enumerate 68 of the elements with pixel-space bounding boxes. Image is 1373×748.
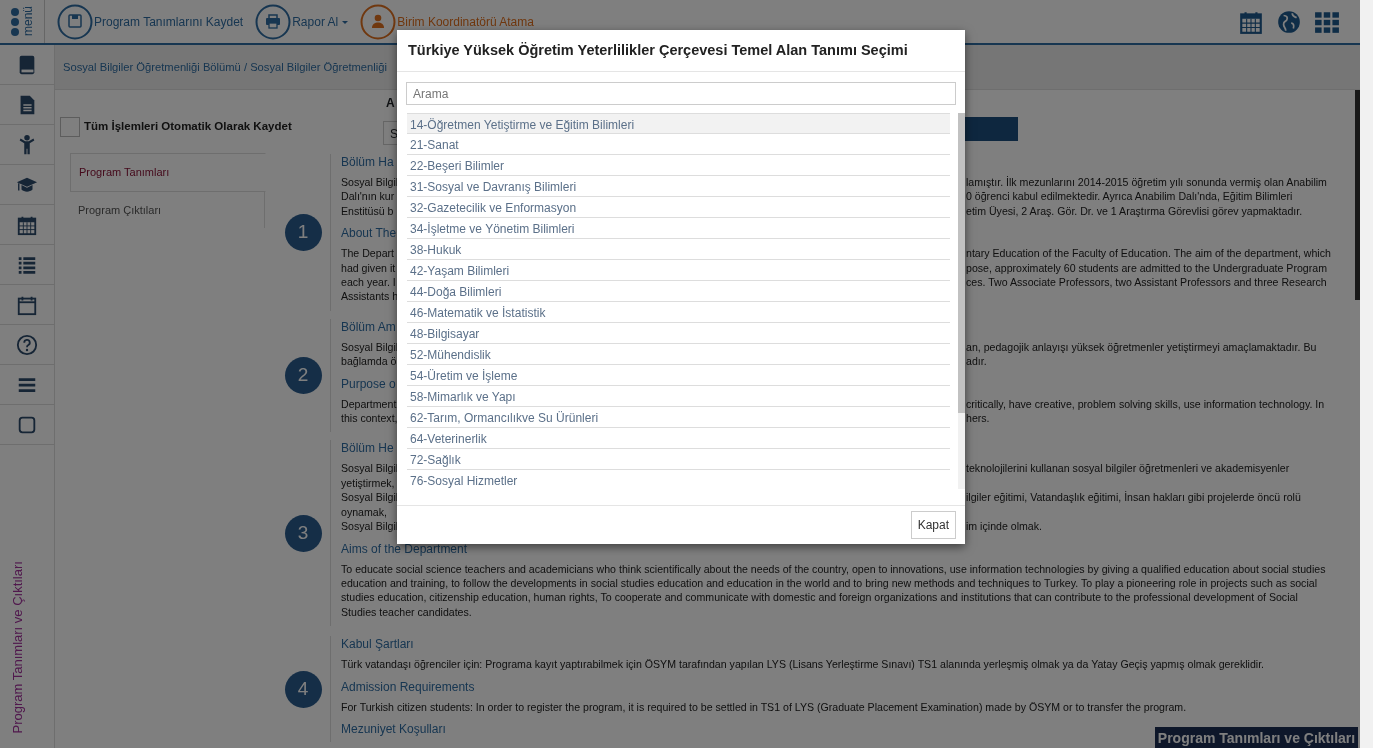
save-button[interactable]: Program Tanımlarını Kaydet: [57, 3, 244, 40]
paragraph: lamıştır. İlk mezunlarını 2014-2015 öğretim yılı sonunda vermiş olan Anabilim: [966, 175, 1328, 190]
report-button[interactable]: Rapor Al: [255, 3, 349, 40]
paragraph: ilgiler eğitimi, Vatandaşlık eğitimi, İnsan hakları gibi projelerde öncü rolü: [966, 490, 1302, 505]
tab[interactable]: Program Çıktıları: [70, 191, 266, 228]
section-heading: Bölüm Am: [341, 318, 397, 335]
step-number: 2: [284, 357, 322, 395]
step-number: 3: [284, 514, 322, 552]
printer-icon: [255, 3, 292, 40]
paragraph: Dalı'nın kur: [341, 189, 396, 204]
search-field[interactable]: Arama: [406, 82, 956, 106]
section-heading: Admission Requirements: [341, 678, 476, 695]
paragraph: Enstitüsü b: [341, 203, 395, 219]
paragraph: bağlamda ö: [341, 354, 397, 369]
scrollbar-thumb[interactable]: [958, 113, 965, 414]
checkbox[interactable]: [60, 117, 80, 137]
paragraph: an, pedagojik anlayışı yüksek öğretmenler yetiştirmeyi amaçlamaktadır. Bu: [966, 339, 1318, 355]
section-heading: Kabul Şartları: [341, 636, 415, 653]
paragraph: Sosyal Bilgil: [341, 339, 397, 355]
person-icon: [360, 3, 397, 40]
step-number: 1: [284, 213, 322, 251]
paragraph: this context,: [341, 411, 397, 426]
paragraph: oynamak,: [341, 504, 388, 520]
checkbox-label: Tüm İşlemleri Otomatik Olarak Kaydet: [84, 119, 292, 135]
globe-icon[interactable]: [1276, 8, 1302, 35]
floppy-icon: [57, 3, 93, 40]
section-heading: Bölüm He: [341, 440, 395, 457]
close-button[interactable]: Kapat: [910, 511, 956, 540]
menu-button[interactable]: menü: [0, 0, 45, 43]
dots-icon: [10, 6, 20, 37]
paragraph: etim Üyesi, 2 Araş. Gör. Dr. ve 1 Araştırma Görevlisi görev yapmaktadır.: [966, 203, 1304, 219]
field-label: A: [385, 95, 395, 110]
section-heading: Aims of the Department: [341, 540, 469, 557]
section-heading: Mezuniyet Koşulları: [341, 720, 447, 737]
paragraph: 0 öğrenci kabul edilmektedir. Ayrıca Anabilim Dalı'nda, Eğitim Bilimleri: [966, 189, 1294, 204]
section-heading: Purpose o: [341, 375, 397, 392]
paragraph: critically, have creative, problem solving skills, use information technology. In: [966, 396, 1326, 412]
help-icon[interactable]: [16, 333, 38, 356]
paragraph: Sosyal Bilgil: [341, 175, 397, 190]
paragraph: im içinde olmak.: [966, 519, 1043, 534]
section-heading: Bölüm Ha: [341, 154, 395, 170]
paragraph: hers.: [966, 411, 991, 426]
section-heading: About The: [341, 225, 397, 242]
paragraph: yetiştirmek,: [341, 475, 396, 491]
step-number: 4: [284, 670, 322, 708]
paragraph: Sosyal Bilgil: [341, 461, 397, 476]
paragraph: The Depart: [341, 246, 395, 261]
vertical-section-label[interactable]: Program Tanımları ve Çıktıları: [7, 560, 27, 733]
paragraph: each year. I: [341, 275, 397, 290]
paragraph: Sosyal Bilgil: [341, 519, 397, 534]
paragraph: Sosyal Bilgil: [341, 490, 397, 505]
paragraph: adır.: [966, 354, 988, 369]
paragraph: Türk vatandaşı öğrenciler için: Programa kayıt yaptırabilmek için ÖSYM tarafından yapılan LYS (Lisans Yerleştirme Sınavı) TS1 alanında yerleşmiş olmak ya da Yatay Geçiş yapmış olmak gereklidir.: [341, 657, 1266, 672]
list-item[interactable]: 14-Öğretmen Yetiştirme ve Eğitim Bilimleri: [407, 113, 950, 135]
scrollbar-thumb[interactable]: [1355, 90, 1360, 300]
modal-title: Türkiye Yüksek Öğretim Yeterlilikler Çerçevesi Temel Alan Tanımı Seçimi: [397, 30, 965, 73]
paragraph: Department: [341, 396, 397, 412]
tab[interactable]: Program Tanımları: [70, 153, 266, 192]
paragraph: had given it: [341, 260, 397, 276]
paragraph: For Turkish citizen students: In order to register the program, it is required to be settled in TS1 of LYS (Graduate Placement Examination) made by ÖSYM or to transfer the program.: [341, 699, 1188, 714]
paragraph: pose, approximately 60 students are admitted to the Undergraduate Program: [966, 260, 1328, 276]
paragraph: ces. Two Associate Professors, two Assistant Professors and three Research: [966, 275, 1328, 290]
paragraph: Assistants h: [341, 289, 397, 304]
section-tab[interactable]: Program Tanımları ve Çıktıları: [1155, 727, 1358, 748]
paragraph: To educate social science teachers and academicians who think scientifically about the needs of the country, open to innovations, use information technologies by giving a qualified education about social studies education and training, to follow the developments in social studies education and education in the world and to bring new methods and techniques to Turkey. To play a pioneering role in projects such as social studies education, citizenship education, human rights, To cooperate and communicate with domestic and foreign organizations and institutions that can contribute to the professional development of Social Studies teacher candidates.: [341, 561, 1327, 620]
browser-scrollbar[interactable]: [1360, 0, 1373, 748]
paragraph: ntary Education of the Faculty of Education. The aim of the department, which: [966, 246, 1332, 261]
paragraph: teknolojilerini kullanan sosyal bilgiler öğretmenleri ve akademisyenler: [966, 461, 1291, 476]
